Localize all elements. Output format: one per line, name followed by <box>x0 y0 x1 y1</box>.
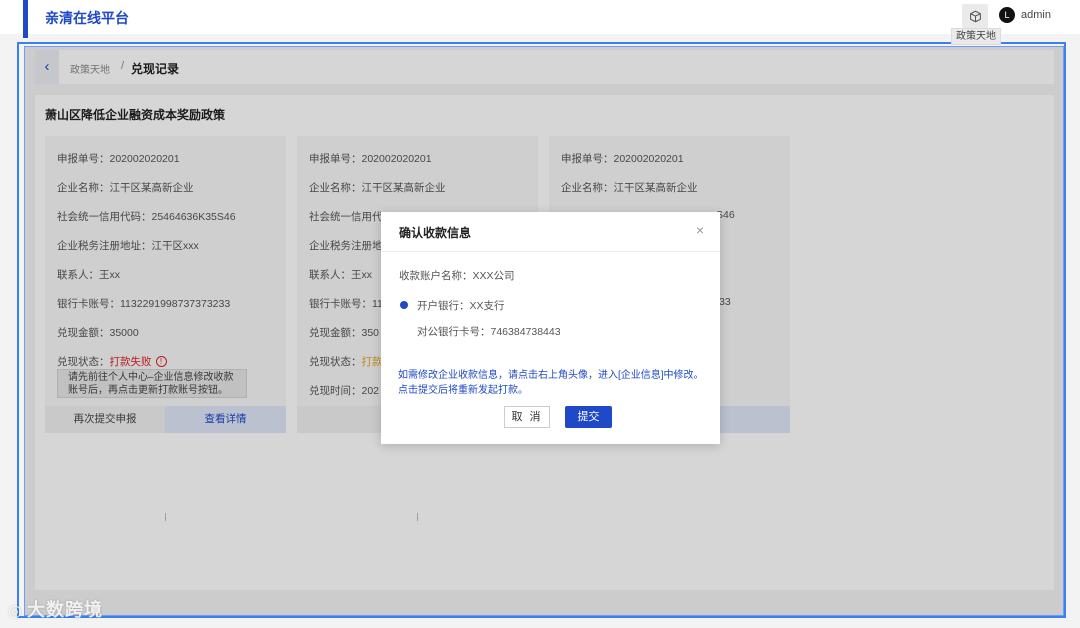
avatar[interactable]: L <box>999 7 1015 23</box>
submit-button[interactable]: 提交 <box>565 406 612 428</box>
policy-tooltip: 政策天地 <box>951 28 1001 45</box>
watermark: ◎ 大数跨境 <box>8 596 103 622</box>
brand-title: 亲清在线平台 <box>45 10 129 26</box>
cancel-button[interactable]: 取 消 <box>504 406 550 428</box>
card-number: 对公银行卡号：746384738443 <box>417 326 561 338</box>
top-header: 亲清在线平台 L admin <box>0 0 1080 38</box>
box-icon <box>969 10 981 22</box>
dialog-title: 确认收款信息 <box>399 226 472 240</box>
divider <box>381 251 720 252</box>
brand-accent-bar <box>23 0 28 38</box>
edit-notice: 如需修改企业收款信息，请点击右上角头像，进入[企业信息]中修改。点击提交后将重新… <box>398 370 704 396</box>
bank-name: 开户银行：XX支行 <box>417 300 505 312</box>
bullet-icon <box>400 301 408 309</box>
policy-world-button[interactable] <box>962 4 988 28</box>
watermark-logo-icon: ◎ <box>8 603 23 620</box>
username[interactable]: admin <box>1021 9 1051 21</box>
confirm-payment-dialog: 确认收款信息 × 收款账户名称：XXX公司 开户银行：XX支行 对公银行卡号：7… <box>381 212 720 444</box>
close-icon[interactable]: × <box>696 222 704 238</box>
watermark-text: 大数跨境 <box>26 600 103 620</box>
account-name: 收款账户名称：XXX公司 <box>399 270 515 282</box>
